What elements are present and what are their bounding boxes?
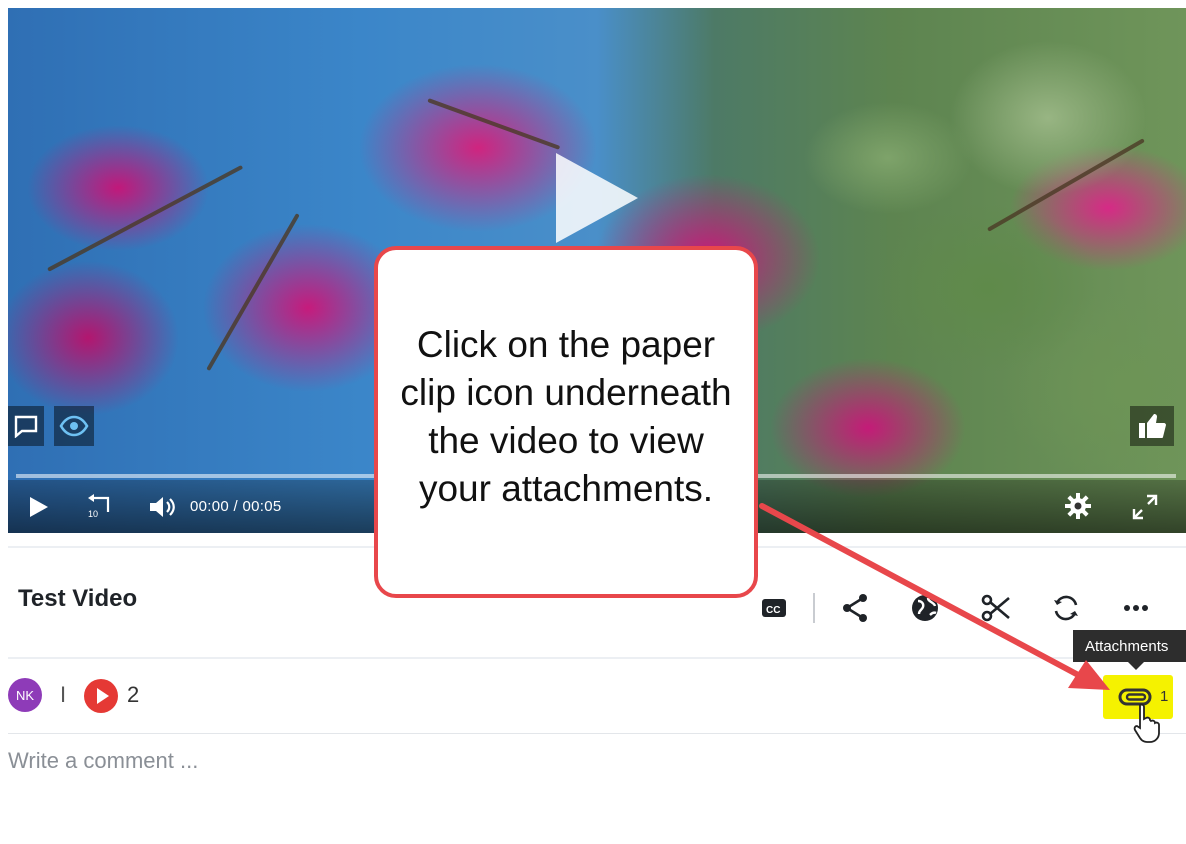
time-display: 00:00 / 00:05 xyxy=(190,498,282,515)
share-icon[interactable] xyxy=(839,592,871,624)
video-title: Test Video xyxy=(18,585,138,612)
play-overlay-icon[interactable] xyxy=(556,153,638,243)
tooltip-pointer xyxy=(1128,662,1144,670)
comment-input[interactable] xyxy=(8,748,908,774)
time-separator: / xyxy=(233,498,238,515)
divider xyxy=(8,657,1186,659)
like-icon[interactable] xyxy=(1130,406,1174,446)
rewind-seconds-label: 10 xyxy=(88,509,98,519)
avatar[interactable]: NK xyxy=(8,678,42,712)
duration: 00:05 xyxy=(242,498,282,515)
play-icon[interactable] xyxy=(28,495,50,523)
closed-captions-icon[interactable]: CC xyxy=(758,592,790,624)
divider xyxy=(8,733,1186,734)
meta-separator: I xyxy=(60,682,67,707)
volume-icon[interactable] xyxy=(148,494,178,524)
play-count: 2 xyxy=(127,682,140,707)
rewind-10-icon[interactable]: 10 xyxy=(84,492,114,524)
toolbar-separator xyxy=(798,592,830,624)
eye-icon[interactable] xyxy=(54,406,94,446)
play-count-icon xyxy=(84,679,118,713)
attachment-count: 1 xyxy=(1160,688,1169,705)
globe-icon[interactable] xyxy=(909,592,941,624)
instruction-callout: Click on the paper clip icon underneath … xyxy=(374,246,758,598)
svg-text:CC: CC xyxy=(766,605,780,616)
comment-icon[interactable] xyxy=(8,406,44,446)
attachments-tooltip: Attachments xyxy=(1073,630,1186,662)
scissors-icon[interactable] xyxy=(980,592,1012,624)
current-time: 00:00 xyxy=(190,498,230,515)
fullscreen-icon[interactable] xyxy=(1132,494,1158,524)
more-icon[interactable] xyxy=(1120,592,1152,624)
settings-gear-icon[interactable] xyxy=(1064,492,1092,524)
callout-text: Click on the paper clip icon underneath … xyxy=(400,324,732,509)
sync-icon[interactable] xyxy=(1050,592,1082,624)
